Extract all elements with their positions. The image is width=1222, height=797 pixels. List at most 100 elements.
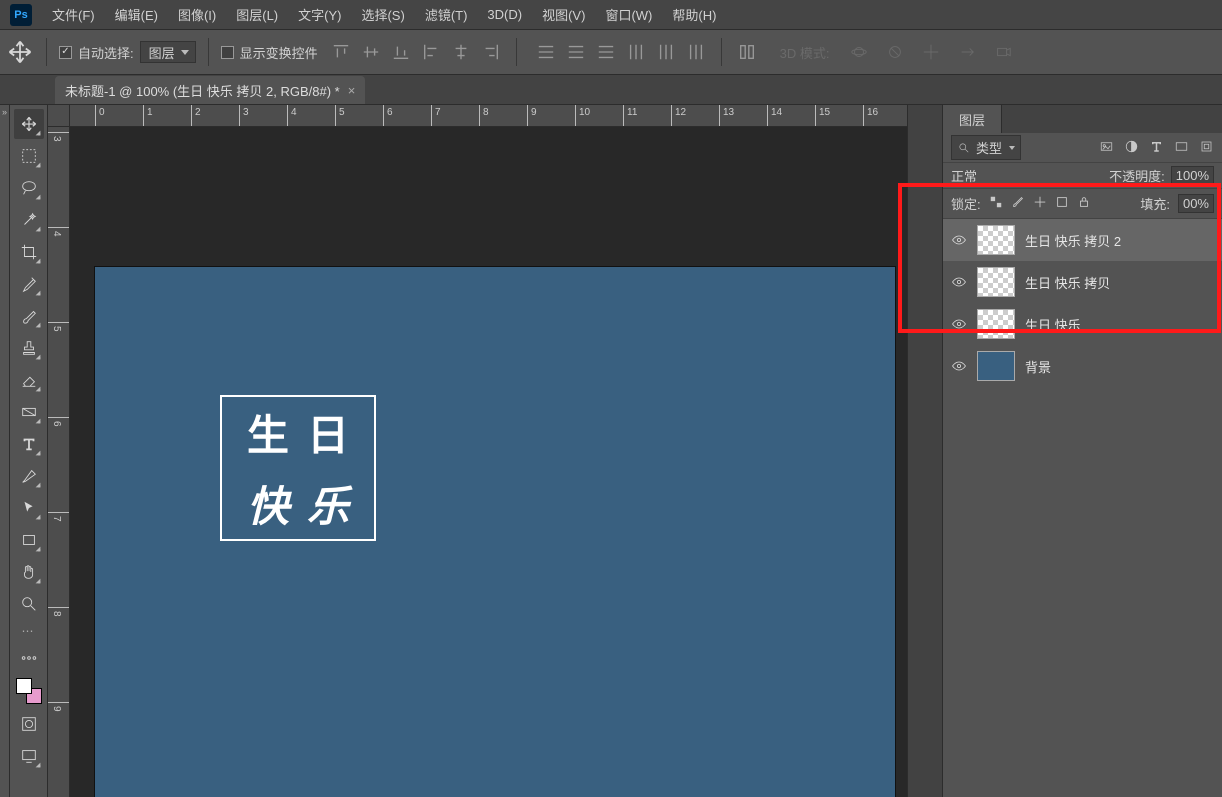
lock-pixels-icon[interactable] [1011,195,1025,212]
orbit-3d-icon[interactable] [846,39,872,65]
ruler-vertical[interactable]: 3456789 [48,127,70,797]
pan-3d-icon[interactable] [918,39,944,65]
visibility-eye-icon[interactable] [951,358,967,374]
layer-filter-dropdown[interactable]: 类型 [951,135,1021,160]
crop-tool[interactable] [14,237,44,267]
gradient-tool[interactable] [14,397,44,427]
artboard: 生日 快乐 [95,267,895,797]
layer-row[interactable]: 生日 快乐 拷贝 2 [943,219,1222,261]
filter-shape-icon[interactable] [1174,139,1189,157]
align-hcenter-icon[interactable] [448,39,474,65]
hand-tool[interactable] [14,557,44,587]
slide-3d-icon[interactable] [954,39,980,65]
dist-top-icon[interactable] [533,39,559,65]
path-select-tool[interactable] [14,493,44,523]
auto-select-checkbox[interactable]: 自动选择: [59,43,134,62]
visibility-eye-icon[interactable] [951,232,967,248]
auto-select-target-dropdown[interactable]: 图层 [140,41,196,63]
menu-3d[interactable]: 3D(D) [477,0,532,29]
layer-row[interactable]: 背景 [943,345,1222,387]
separator-icon [721,38,722,66]
lock-all-icon[interactable] [1077,195,1091,212]
rectangle-tool[interactable] [14,525,44,555]
layer-thumbnail[interactable] [977,225,1015,255]
menu-image[interactable]: 图像(I) [168,0,226,29]
fill-value[interactable]: 00% [1178,194,1214,213]
lock-artboard-icon[interactable] [1055,195,1069,212]
type-tool[interactable] [14,429,44,459]
eyedropper-tool[interactable] [14,269,44,299]
filter-type-icon[interactable] [1149,139,1164,157]
menu-layer[interactable]: 图层(L) [226,0,288,29]
align-right-icon[interactable] [478,39,504,65]
layer-name[interactable]: 生日 快乐 拷贝 [1025,273,1214,292]
blend-mode-dropdown[interactable]: 正常 [951,166,1103,185]
menu-window[interactable]: 窗口(W) [595,0,662,29]
move-tool[interactable] [14,109,44,139]
align-left-icon[interactable] [418,39,444,65]
roll-3d-icon[interactable] [882,39,908,65]
align-vcenter-icon[interactable] [358,39,384,65]
menu-type[interactable]: 文字(Y) [288,0,351,29]
menu-bar: Ps 文件(F) 编辑(E) 图像(I) 图层(L) 文字(Y) 选择(S) 滤… [0,0,1222,30]
brush-tool[interactable] [14,301,44,331]
ruler-tick: 0 [95,105,105,126]
expand-handle-icon[interactable]: » [0,105,10,797]
show-transform-checkbox[interactable]: 显示变换控件 [221,43,318,62]
dist-vcenter-icon[interactable] [563,39,589,65]
layer-name[interactable]: 生日 快乐 拷贝 2 [1025,231,1214,250]
align-bottom-icon[interactable] [388,39,414,65]
color-swatches[interactable] [16,678,42,704]
visibility-eye-icon[interactable] [951,274,967,290]
stamp-tool[interactable] [14,333,44,363]
layer-thumbnail[interactable] [977,309,1015,339]
layer-thumbnail[interactable] [977,267,1015,297]
ruler-horizontal[interactable]: 01234567891011121314151617 [70,105,907,127]
pen-tool[interactable] [14,461,44,491]
dist-right-icon[interactable] [683,39,709,65]
eraser-tool[interactable] [14,365,44,395]
menu-file[interactable]: 文件(F) [42,0,105,29]
menu-edit[interactable]: 编辑(E) [105,0,168,29]
artwork-text-box[interactable]: 生日 快乐 [220,395,376,541]
visibility-eye-icon[interactable] [951,316,967,332]
align-top-icon[interactable] [328,39,354,65]
close-icon[interactable]: × [348,83,356,98]
menu-filter[interactable]: 滤镜(T) [415,0,478,29]
layer-thumbnail[interactable] [977,351,1015,381]
document-tab[interactable]: 未标题-1 @ 100% (生日 快乐 拷贝 2, RGB/8#) * × [55,76,365,104]
filter-adjust-icon[interactable] [1124,139,1139,157]
foreground-swatch[interactable] [16,678,32,694]
layer-name[interactable]: 生日 快乐 [1025,315,1214,334]
magic-wand-tool[interactable] [14,205,44,235]
canvas-viewport[interactable]: 生日 快乐 [70,127,907,797]
edit-toolbar-button[interactable] [14,643,44,673]
zoom-3d-icon[interactable] [990,39,1016,65]
menu-select[interactable]: 选择(S) [351,0,414,29]
zoom-tool[interactable] [14,589,44,619]
ruler-tick: 13 [719,105,734,126]
quickmask-tool[interactable] [14,709,44,739]
menu-view[interactable]: 视图(V) [532,0,595,29]
mode3d-icon-group [846,39,1016,65]
document-tab-bar: 未标题-1 @ 100% (生日 快乐 拷贝 2, RGB/8#) * × [0,75,1222,105]
layer-row[interactable]: 生日 快乐 拷贝 [943,261,1222,303]
menu-help[interactable]: 帮助(H) [662,0,726,29]
layer-row[interactable]: 生日 快乐 [943,303,1222,345]
lock-position-icon[interactable] [1033,195,1047,212]
canvas-area[interactable]: 01234567891011121314151617 3456789 生日 快乐 [48,105,907,797]
marquee-tool[interactable] [14,141,44,171]
layer-name[interactable]: 背景 [1025,357,1214,376]
filter-smart-icon[interactable] [1199,139,1214,157]
lasso-tool[interactable] [14,173,44,203]
opacity-value[interactable]: 100% [1171,166,1214,185]
align-to-icon[interactable] [734,39,760,65]
lock-transparency-icon[interactable] [989,195,1003,212]
dist-hcenter-icon[interactable] [653,39,679,65]
panel-dock-strip[interactable] [907,105,942,797]
filter-pixel-icon[interactable] [1099,139,1114,157]
dist-left-icon[interactable] [623,39,649,65]
screenmode-tool[interactable] [14,741,44,771]
tab-layers[interactable]: 图层 [943,105,1002,133]
dist-bottom-icon[interactable] [593,39,619,65]
